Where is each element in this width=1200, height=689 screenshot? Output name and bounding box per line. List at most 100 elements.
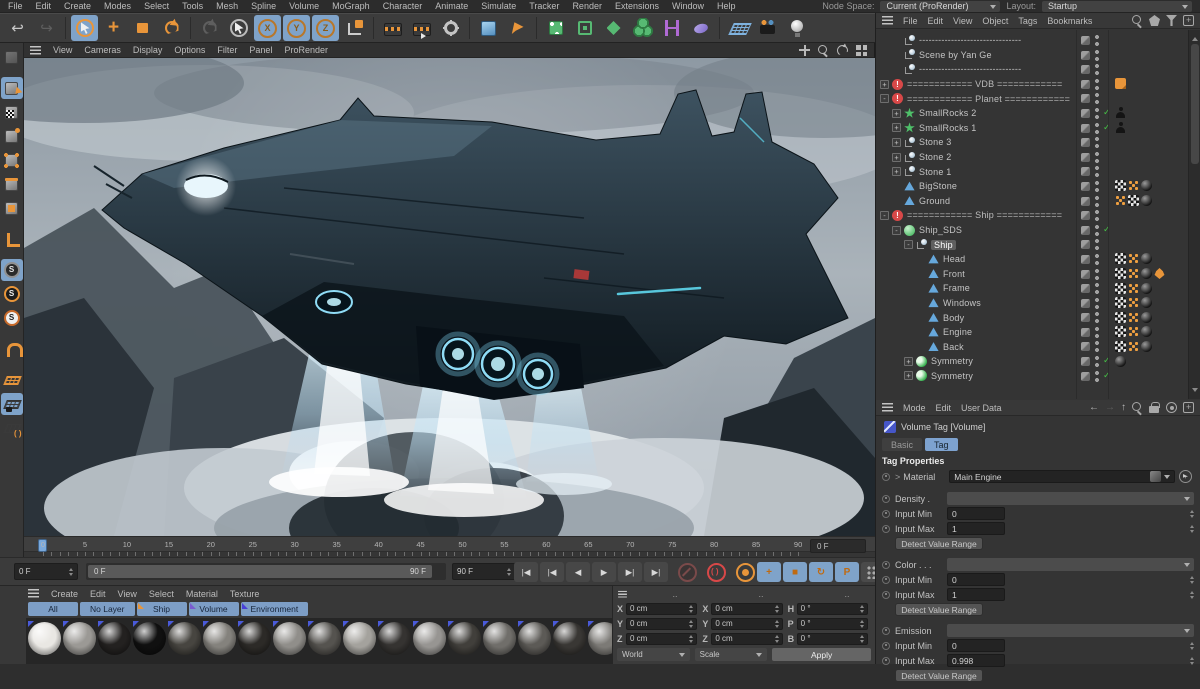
redo-button[interactable]: ↪ [33, 15, 60, 41]
axis-y-button[interactable]: Y [283, 15, 310, 41]
timeline-range-slider[interactable]: 0 F 90 F [86, 563, 446, 580]
apply-button[interactable]: Apply [772, 648, 871, 661]
layer-toggle[interactable] [1081, 269, 1090, 279]
scale-button[interactable] [129, 15, 156, 41]
scroll-up-icon[interactable] [1192, 34, 1198, 41]
layer-toggle[interactable] [1081, 181, 1090, 191]
expand-toggle-icon[interactable]: - [880, 94, 889, 104]
material-swatch-5[interactable] [168, 621, 201, 664]
texture-mode-button[interactable] [1, 101, 23, 123]
current-frame-stepper[interactable]: 0 F [14, 563, 78, 580]
planar-workplane-button[interactable] [1, 417, 23, 439]
axis-z-button[interactable]: Z [312, 15, 339, 41]
object-row-stone-3[interactable]: + Stone 3 [876, 135, 1189, 150]
stepper-arrows-icon[interactable] [856, 633, 864, 645]
menu-animate[interactable]: Animate [435, 1, 468, 11]
axis-x-button[interactable]: X [254, 15, 281, 41]
anim-toggle-icon[interactable] [882, 641, 890, 650]
dots-tag-icon[interactable] [1128, 282, 1139, 294]
range-slider-bar[interactable] [88, 565, 432, 578]
layer-tab-environment[interactable]: Environment [240, 602, 309, 616]
expand-toggle-icon[interactable]: + [892, 137, 901, 147]
value-field[interactable]: 0 [947, 573, 1005, 586]
object-menu-object[interactable]: Object [982, 16, 1008, 26]
menu-volume[interactable]: Volume [289, 1, 319, 11]
layer-toggle[interactable] [1081, 94, 1090, 104]
enable-axis-button[interactable] [1, 228, 23, 250]
workplane-button[interactable] [1, 369, 23, 391]
back-icon[interactable]: ← [1089, 402, 1099, 413]
value-field[interactable]: 0.998 [947, 654, 1005, 667]
goto-end-button[interactable]: ▶| [644, 562, 668, 582]
anim-toggle-icon[interactable] [882, 656, 890, 665]
checker-tag-icon[interactable] [1115, 253, 1126, 265]
selection-tool-button[interactable] [225, 15, 252, 41]
checker-tag-icon[interactable] [1115, 326, 1126, 338]
add-cage-button[interactable] [571, 15, 598, 41]
polygons-mode-button[interactable] [1, 197, 23, 219]
add-icon[interactable] [1183, 402, 1194, 413]
layer-toggle[interactable] [1081, 65, 1090, 75]
visibility-dots[interactable] [1095, 78, 1099, 90]
layer-tab-no-layer[interactable]: No Layer [80, 602, 135, 616]
forward-icon[interactable]: → [1105, 402, 1115, 413]
expand-toggle-icon[interactable]: + [892, 152, 901, 162]
attribute-menu-edit[interactable]: Edit [936, 403, 952, 413]
checker-tag-icon[interactable] [1115, 282, 1126, 294]
stepper-arrows-icon[interactable] [771, 618, 779, 630]
dots-tag-icon[interactable] [1128, 311, 1139, 323]
layout-select[interactable]: Startup [1042, 0, 1192, 12]
chevron-down-icon[interactable] [1164, 475, 1170, 482]
material-swatch-4[interactable] [133, 621, 166, 664]
object-row--vdb-[interactable]: + ============ VDB ============ [876, 77, 1189, 92]
play-sound-button[interactable] [678, 562, 697, 582]
layer-toggle[interactable] [1081, 225, 1090, 235]
visibility-dots[interactable] [1095, 224, 1099, 236]
scroll-down-icon[interactable] [1192, 388, 1198, 395]
sphere-tag-icon[interactable] [1141, 297, 1152, 309]
material-menu-texture[interactable]: Texture [230, 589, 260, 599]
coord-value-field[interactable]: 0 cm [626, 602, 698, 615]
object-row-head[interactable]: Head [876, 252, 1189, 267]
fire-tag-icon[interactable] [1154, 268, 1165, 279]
visibility-dots[interactable] [1095, 341, 1099, 353]
expand-toggle-icon[interactable]: + [892, 108, 901, 118]
expand-toggle-icon[interactable]: - [904, 240, 913, 250]
menu-render[interactable]: Render [572, 1, 602, 11]
checker-tag-icon[interactable] [1115, 180, 1126, 192]
layer-toggle[interactable] [1081, 79, 1090, 89]
layer-toggle[interactable] [1081, 313, 1090, 323]
visibility-dots[interactable] [1095, 35, 1099, 46]
key-parameter-button[interactable]: P [835, 562, 859, 582]
menu-tools[interactable]: Tools [182, 1, 203, 11]
stepper-arrows-icon[interactable] [1186, 655, 1194, 667]
workplane-mode-button[interactable] [1, 125, 23, 147]
object-menu-file[interactable]: File [903, 16, 918, 26]
snap-settings-button[interactable]: S [1, 307, 23, 329]
layer-toggle[interactable] [1081, 50, 1090, 60]
key-scale-button[interactable]: ■ [783, 562, 807, 582]
current-frame-box[interactable]: 0 F [810, 539, 866, 553]
coordinate-space-select[interactable]: World [617, 648, 690, 661]
scrollbar-thumb[interactable] [1191, 44, 1199, 164]
layer-toggle[interactable] [1081, 152, 1090, 162]
checker-tag-icon[interactable] [1115, 297, 1126, 309]
object-row-separator[interactable]: -------------------------------- [876, 62, 1189, 77]
material-swatch-16[interactable] [553, 621, 586, 664]
dots-tag-icon[interactable] [1128, 180, 1139, 192]
dots-tag-icon[interactable] [1128, 326, 1139, 338]
magnet-button[interactable] [1, 338, 23, 360]
key-position-button[interactable]: + [757, 562, 781, 582]
visibility-dots[interactable] [1095, 107, 1099, 119]
object-row-bigstone[interactable]: BigStone [876, 179, 1189, 194]
menu-modes[interactable]: Modes [104, 1, 131, 11]
dots-tag-icon[interactable] [1128, 297, 1139, 309]
menu-spline[interactable]: Spline [251, 1, 276, 11]
object-menu-view[interactable]: View [953, 16, 972, 26]
viewport-render[interactable] [24, 58, 875, 536]
visibility-dots[interactable] [1095, 268, 1099, 280]
coord-value-field[interactable]: 0 cm [626, 617, 698, 630]
layer-toggle[interactable] [1081, 123, 1090, 133]
object-row-body[interactable]: Body [876, 310, 1189, 325]
prev-frame-button[interactable]: ◀ [566, 562, 590, 582]
